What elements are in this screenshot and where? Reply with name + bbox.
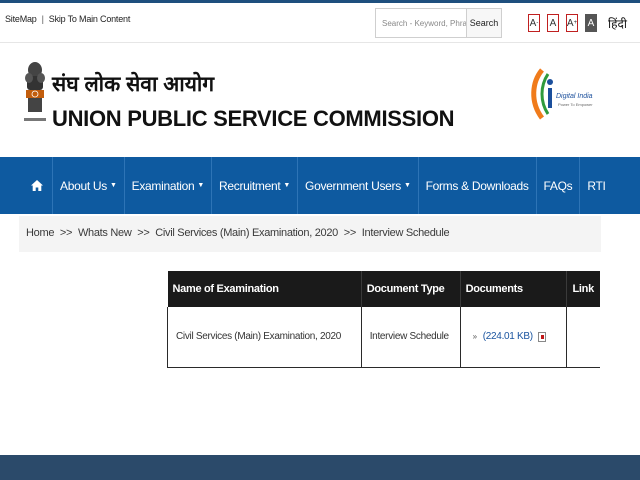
sitemap-link[interactable]: SiteMap [5,14,37,24]
home-icon [31,180,43,191]
footer-bar [0,455,640,480]
skip-to-main-content-link[interactable]: Skip To Main Content [49,14,131,24]
table-row: Civil Services (Main) Examination, 2020 … [167,307,600,368]
breadcrumb-separator: >> [59,227,73,239]
hindi-language-link[interactable]: हिंदी [608,15,627,32]
search-box: Search [375,8,502,38]
header-document-type: Document Type [361,271,461,307]
nav-government-users[interactable]: Government Users ▼ [298,157,419,214]
org-english-name: UNION PUBLIC SERVICE COMMISSION [52,106,455,131]
digital-india-logo[interactable]: Digital India Power To Empower [528,60,596,128]
top-accent-bar [0,0,640,3]
nav-examination[interactable]: Examination ▼ [125,157,212,214]
header-documents: Documents [460,271,568,307]
national-emblem-icon [24,62,46,121]
font-normal-button[interactable]: A [547,14,559,32]
breadcrumb-separator: >> [343,227,357,239]
nav-home[interactable] [0,157,53,214]
breadcrumb-whats-new[interactable]: Whats New [78,227,132,239]
nav-forms-downloads[interactable]: Forms & Downloads [419,157,537,214]
cell-link [566,307,600,368]
breadcrumb-civil-services-main[interactable]: Civil Services (Main) Examination, 2020 [155,227,338,239]
breadcrumb: Home >> Whats New >> Civil Services (Mai… [19,216,601,252]
cell-documents: » (224.01 KB) [460,307,568,368]
font-decrease-button[interactable]: A- [528,14,540,32]
search-button[interactable]: Search [466,9,501,37]
font-increase-button[interactable]: A + [566,14,578,32]
header-divider [0,42,640,43]
header-name-of-examination: Name of Examination [167,271,362,307]
chevron-down-icon: ▼ [283,182,291,189]
header-link: Link [566,271,600,307]
nav-about-us[interactable]: About Us ▼ [53,157,125,214]
search-input[interactable] [376,9,466,37]
cell-exam-name: Civil Services (Main) Examination, 2020 [167,307,362,368]
chevron-down-icon: ▼ [109,182,117,189]
documents-table: Name of Examination Document Type Docume… [167,271,600,368]
main-navigation: About Us ▼ Examination ▼ Recruitment ▼ Gove… [0,157,640,214]
breadcrumb-separator: >> [137,227,150,239]
top-links-separator: | [41,14,44,24]
document-download-link[interactable]: (224.01 KB) [483,331,533,342]
nav-rti[interactable]: RTI [580,157,612,214]
nav-recruitment[interactable]: Recruitment ▼ [212,157,299,214]
pdf-icon[interactable] [537,331,546,342]
bullet-icon: » [472,332,477,342]
top-links: SiteMap | Skip To Main Content [5,14,130,24]
breadcrumb-home[interactable]: Home [26,227,54,239]
high-contrast-button[interactable]: A [585,14,597,32]
chevron-down-icon: ▼ [197,182,204,189]
table-header-row: Name of Examination Document Type Docume… [167,271,600,307]
org-hindi-name: संघ लोक सेवा आयोग [52,73,215,96]
digital-india-title: Digital India [556,93,593,100]
chevron-down-icon: ▼ [403,182,411,189]
breadcrumb-current: Interview Schedule [361,227,450,239]
font-size-controls: A- A A + A हिंदी [528,14,627,32]
cell-document-type: Interview Schedule [361,307,461,368]
nav-faqs[interactable]: FAQs [537,157,581,214]
digital-india-tagline: Power To Empower [558,102,593,107]
